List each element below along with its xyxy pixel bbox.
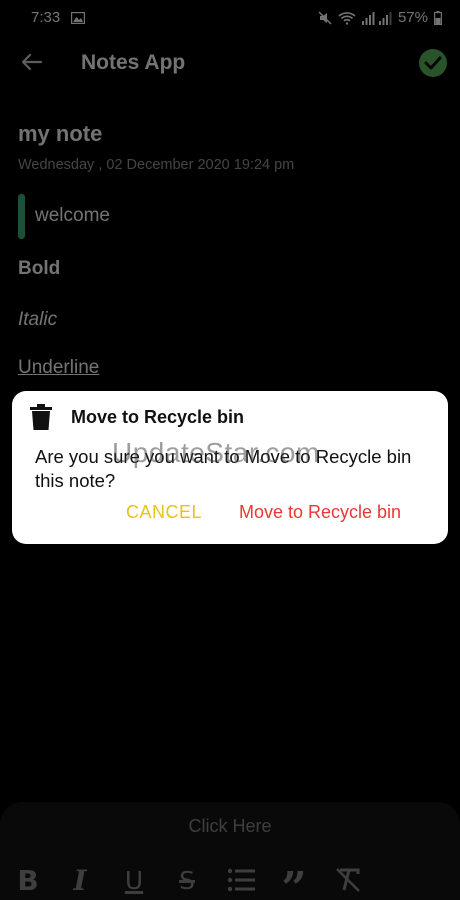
status-bar: 7:33 57% [0,0,460,34]
check-icon [424,56,442,70]
app-header: Notes App [0,34,460,92]
bulleted-list-icon [227,868,255,892]
battery-text: 57% [397,9,428,26]
quote-format-button[interactable]: ” [280,866,308,900]
wifi-icon [338,11,356,25]
note-italic-text[interactable]: Italic [18,309,57,331]
recycle-bin-dialog: Move to Recycle bin Are you sure you wan… [12,391,448,544]
clear-format-button[interactable] [334,866,362,894]
status-indicators: 57% [318,9,442,26]
note-date: Wednesday , 02 December 2020 19:24 pm [18,157,295,173]
bulleted-list-button[interactable] [227,866,255,894]
move-to-recycle-bin-button[interactable]: Move to Recycle bin [239,502,401,523]
italic-format-button[interactable]: I [66,864,94,897]
status-time: 7:33 [31,9,61,26]
note-underline-text[interactable]: Underline [18,357,99,379]
mute-icon [318,10,332,25]
formatting-panel: Click Here B I U S ” [0,802,460,900]
dialog-title: Move to Recycle bin [71,407,245,427]
bold-format-button[interactable]: B [14,864,42,897]
note-quote-text[interactable]: welcome [35,205,110,227]
note-title[interactable]: my note [18,121,102,147]
signal-icon [361,11,392,25]
quote-bar [18,194,25,239]
cancel-button[interactable]: CANCEL [126,502,202,523]
save-check-button[interactable] [419,49,447,77]
app-title: Notes App [81,51,186,74]
back-arrow-icon [21,53,43,71]
click-here-button[interactable]: Click Here [0,816,460,837]
note-bold-text[interactable]: Bold [18,258,60,280]
clear-format-icon [336,868,360,892]
image-icon [70,11,86,29]
back-button[interactable] [18,48,46,76]
underline-format-button[interactable]: U [120,866,148,895]
dialog-message: Are you sure you want to Move to Recycle… [35,446,412,491]
strikethrough-format-button[interactable]: S [173,866,201,895]
battery-icon [434,10,442,25]
trash-icon [30,404,52,435]
